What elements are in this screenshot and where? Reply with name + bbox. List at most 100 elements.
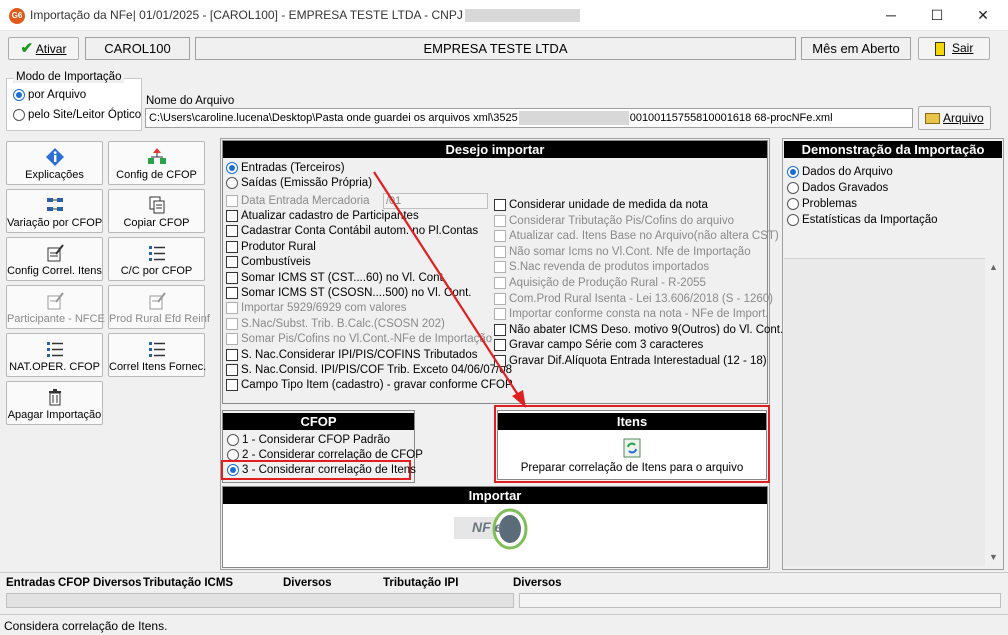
file-browse-button[interactable]: Arquivo [918, 106, 991, 130]
checkbox-icon [226, 348, 238, 361]
refresh-icon [623, 438, 641, 458]
checkbox-icon [226, 271, 238, 284]
edit-icon [149, 292, 166, 310]
saidas-radio[interactable]: Saídas (Emissão Própria) [226, 176, 372, 191]
checkbox-icon [226, 379, 238, 392]
exit-label: Sair [952, 41, 974, 55]
config-correl-itens-button[interactable]: Config Correl. Itens [6, 237, 103, 281]
radio-icon [226, 176, 238, 189]
demo-option-data-file[interactable]: Dados do Arquivo [787, 165, 893, 180]
checkbox-icon [226, 225, 238, 238]
list-icon [46, 342, 63, 357]
demo-content-area [784, 258, 985, 566]
status-message: Considera correlação de Itens. [4, 619, 168, 633]
radio-label: 1 - Considerar CFOP Padrão [242, 434, 391, 446]
radio-label: Problemas [802, 198, 857, 210]
config-cfop-button[interactable]: Config de CFOP [108, 141, 205, 185]
activate-button[interactable]: ✔ Ativar [8, 37, 79, 60]
file-path-end: 00100115755810001618 68-procNFe.xml [629, 112, 833, 124]
radio-label: Dados Gravados [802, 182, 889, 194]
cfop-header: CFOP [223, 413, 414, 430]
tool-label: Variação por CFOP [7, 217, 103, 229]
checkbox-icon [226, 209, 238, 222]
cfop-option-3[interactable]: 3 - Considerar correlação de Itens [227, 463, 416, 478]
trash-icon [48, 389, 61, 406]
redacted-cnpj [464, 9, 580, 23]
import-mode-file-radio[interactable]: por Arquivo [13, 88, 86, 103]
status-bar: Considera correlação de Itens. [0, 614, 1008, 635]
progress-bar-left [6, 593, 514, 608]
file-path-start: C:\Users\caroline.lucena\Desktop\Pasta o… [149, 112, 518, 124]
col-diversos-2: Diversos [283, 577, 332, 589]
window-title-text: Importação da NFe| 01/01/2025 - [CAROL10… [30, 8, 463, 22]
import-mode-site-radio[interactable]: pelo Site/Leitor Óptico [13, 108, 141, 123]
list-icon [148, 342, 165, 357]
list-icon [148, 246, 165, 261]
close-button[interactable]: ✕ [960, 0, 1006, 30]
edit-icon [47, 244, 64, 262]
correl-itens-fornec-button[interactable]: Correl Itens Fornec. [108, 333, 207, 377]
radio-label: Saídas (Emissão Própria) [241, 177, 373, 189]
checkbox-label: Atualizar cad. Itens Base no Arquivo(não… [509, 230, 779, 243]
data-entrada-checkbox[interactable]: Data Entrada Mercadoria [226, 194, 369, 209]
demo-option-stats[interactable]: Estatísticas da Importação [787, 213, 938, 228]
demo-option-saved[interactable]: Dados Gravados [787, 181, 888, 196]
explanations-button[interactable]: Explicações [6, 141, 103, 185]
prepare-items-button[interactable]: Preparar correlação de Itens para o arqu… [498, 432, 766, 479]
file-path-input[interactable]: C:\Users\caroline.lucena\Desktop\Pasta o… [145, 108, 913, 128]
checkbox-label: Data Entrada Mercadoria [241, 195, 370, 207]
prod-rural-efd-button[interactable]: Prod Rural Efd Reinf [108, 285, 210, 329]
col-diversos-3: Diversos [513, 577, 562, 589]
col-diversos-1: Diversos [93, 577, 142, 589]
delete-import-button[interactable]: Apagar Importação [6, 381, 103, 425]
nfe-logo-text: NF e [472, 519, 503, 535]
variation-cfop-button[interactable]: Variação por CFOP [6, 189, 103, 233]
tree-icon [147, 148, 166, 164]
copy-cfop-button[interactable]: Copiar CFOP [108, 189, 205, 233]
entradas-radio[interactable]: Entradas (Terceiros) [226, 161, 345, 176]
col-cfop: CFOP [58, 577, 90, 589]
tool-label: Correl Itens Fornec. [109, 361, 207, 373]
demo-option-problems[interactable]: Problemas [787, 197, 857, 212]
exit-button[interactable]: Sair [918, 37, 990, 60]
left-checkbox-4[interactable]: Combustíveis [226, 255, 311, 270]
checkbox-icon [226, 256, 238, 269]
desejo-importar-header: Desejo importar [223, 141, 767, 158]
checkmark-icon: ✔ [20, 40, 34, 57]
period-status-field: Mês em Aberto [801, 37, 911, 60]
radio-icon [787, 181, 799, 194]
col-tributacao-ipi: Tributação IPI [383, 577, 459, 589]
demo-header: Demonstração da Importação [784, 141, 1002, 158]
itens-header: Itens [498, 413, 766, 430]
file-name-label: Nome do Arquivo [146, 95, 235, 107]
radio-icon [787, 165, 799, 178]
tools-panel: Explicações Config de CFOP Variação por … [4, 138, 216, 572]
tool-label: Participante - NFCE [7, 313, 105, 325]
scroll-up-icon[interactable]: ▲ [985, 262, 1002, 272]
radio-label: Estatísticas da Importação [802, 214, 938, 226]
cfop-option-1[interactable]: 1 - Considerar CFOP Padrão [227, 433, 390, 448]
radio-icon [13, 88, 25, 101]
edit-icon [47, 292, 64, 310]
checkbox-icon [226, 286, 238, 299]
participante-nfce-button[interactable]: Participante - NFCE [6, 285, 105, 329]
folder-open-icon [925, 113, 941, 125]
title-bar: G6 Importação da NFe| 01/01/2025 - [CARO… [0, 0, 1008, 31]
nfe-import-button[interactable]: NF e [452, 507, 532, 551]
checkbox-label: Produtor Rural [241, 240, 316, 253]
radio-icon [787, 197, 799, 210]
cc-cfop-button[interactable]: C/C por CFOP [108, 237, 205, 281]
maximize-button[interactable]: ☐ [914, 0, 960, 30]
file-browse-label: Arquivo [942, 111, 984, 125]
nat-oper-cfop-button[interactable]: NAT.OPER. CFOP [6, 333, 103, 377]
demo-scrollbar[interactable]: ▲ ▼ [985, 258, 1002, 566]
tool-label: Explicações [25, 169, 84, 181]
redacted-key [518, 111, 629, 126]
radio-icon [227, 463, 239, 476]
minimize-button[interactable]: ─ [868, 0, 914, 30]
left-checkbox-3[interactable]: Produtor Rural [226, 240, 316, 255]
annotation-arrow [373, 171, 526, 408]
col-entradas: Entradas [6, 577, 56, 589]
tool-label: C/C por CFOP [120, 265, 193, 277]
scroll-down-icon[interactable]: ▼ [985, 552, 1002, 562]
